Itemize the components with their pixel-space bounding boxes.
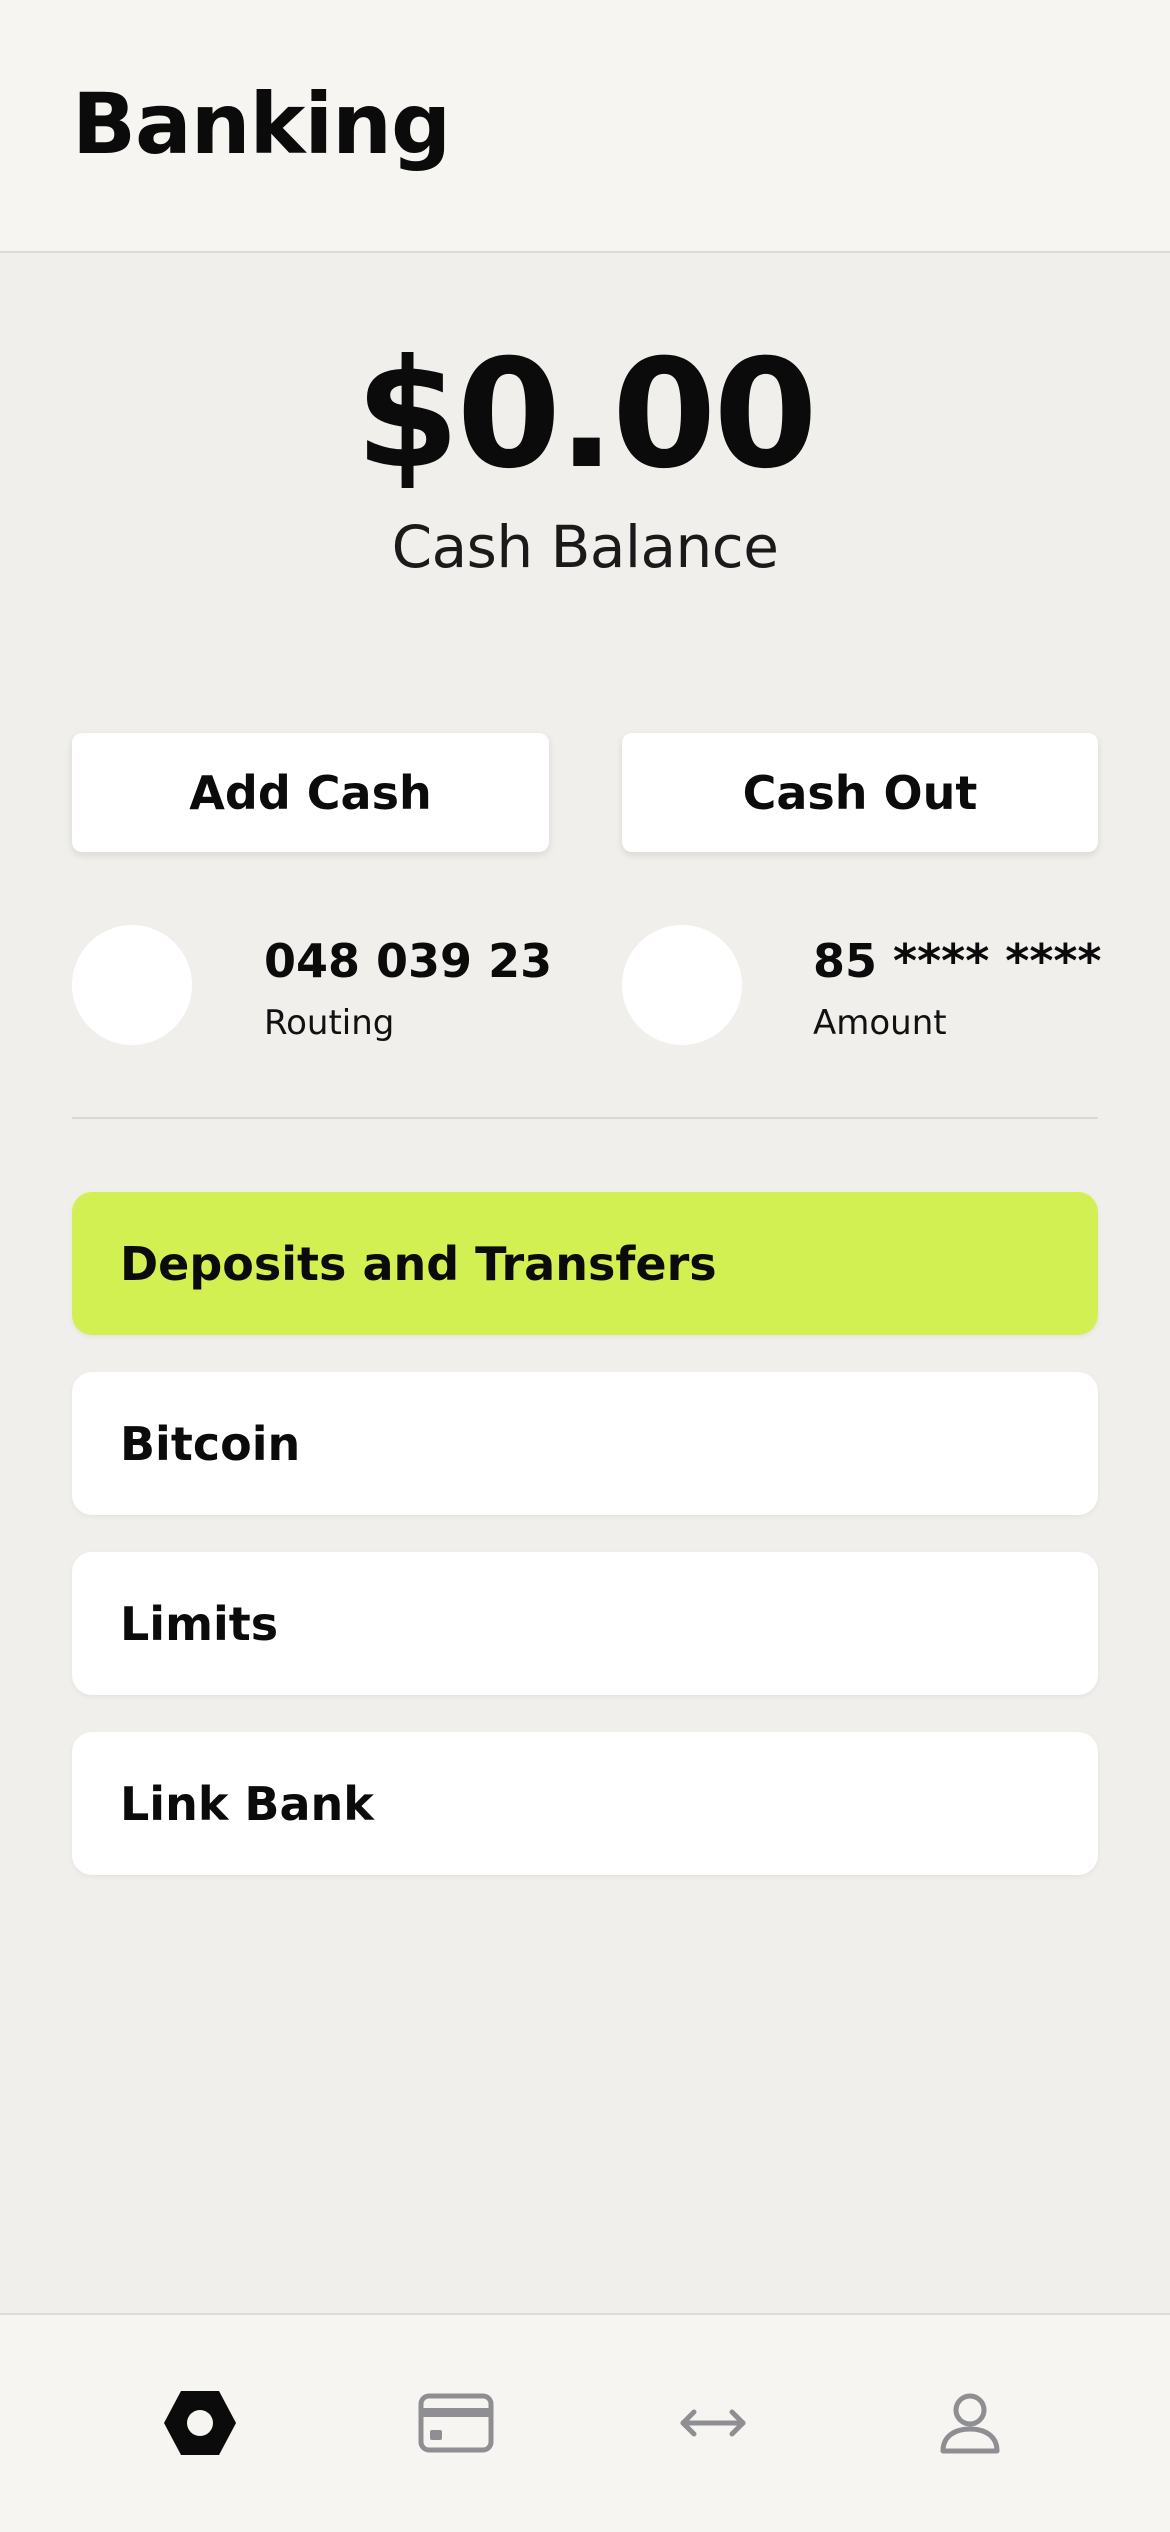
menu-item-label: Bitcoin — [120, 1416, 301, 1471]
account-number[interactable]: 85 **** **** — [813, 938, 1102, 984]
tab-profile[interactable] — [925, 2383, 1015, 2463]
routing-label: Routing — [264, 1003, 395, 1043]
cash-balance-label: Cash Balance — [391, 513, 779, 581]
menu-item-label: Link Bank — [120, 1776, 374, 1831]
menu-item-limits[interactable]: Limits — [72, 1552, 1098, 1695]
tab-home[interactable] — [155, 2383, 245, 2463]
home-hexagon-icon — [164, 2391, 236, 2455]
card-icon — [418, 2393, 494, 2453]
tab-transfer[interactable] — [668, 2383, 758, 2463]
account-avatar — [622, 925, 742, 1045]
add-cash-button[interactable]: Add Cash — [72, 733, 549, 852]
cash-balance-amount: $0.00 — [355, 328, 817, 502]
account-label: Amount — [813, 1003, 947, 1043]
routing-number[interactable]: 048 039 23 — [264, 938, 552, 984]
divider — [72, 1117, 1098, 1119]
menu-item-bitcoin[interactable]: Bitcoin — [72, 1372, 1098, 1515]
menu-item-link-bank[interactable]: Link Bank — [72, 1732, 1098, 1875]
tab-card[interactable] — [411, 2383, 501, 2463]
menu-item-deposits-transfers[interactable]: Deposits and Transfers — [72, 1192, 1098, 1335]
profile-icon — [940, 2393, 1000, 2454]
routing-avatar — [72, 925, 192, 1045]
cash-out-button[interactable]: Cash Out — [622, 733, 1098, 852]
menu-item-label: Deposits and Transfers — [120, 1236, 717, 1291]
page-title: Banking — [72, 75, 451, 173]
menu-item-label: Limits — [120, 1596, 279, 1651]
transfer-arrows-icon — [680, 2409, 746, 2437]
header: Banking — [0, 0, 1170, 253]
